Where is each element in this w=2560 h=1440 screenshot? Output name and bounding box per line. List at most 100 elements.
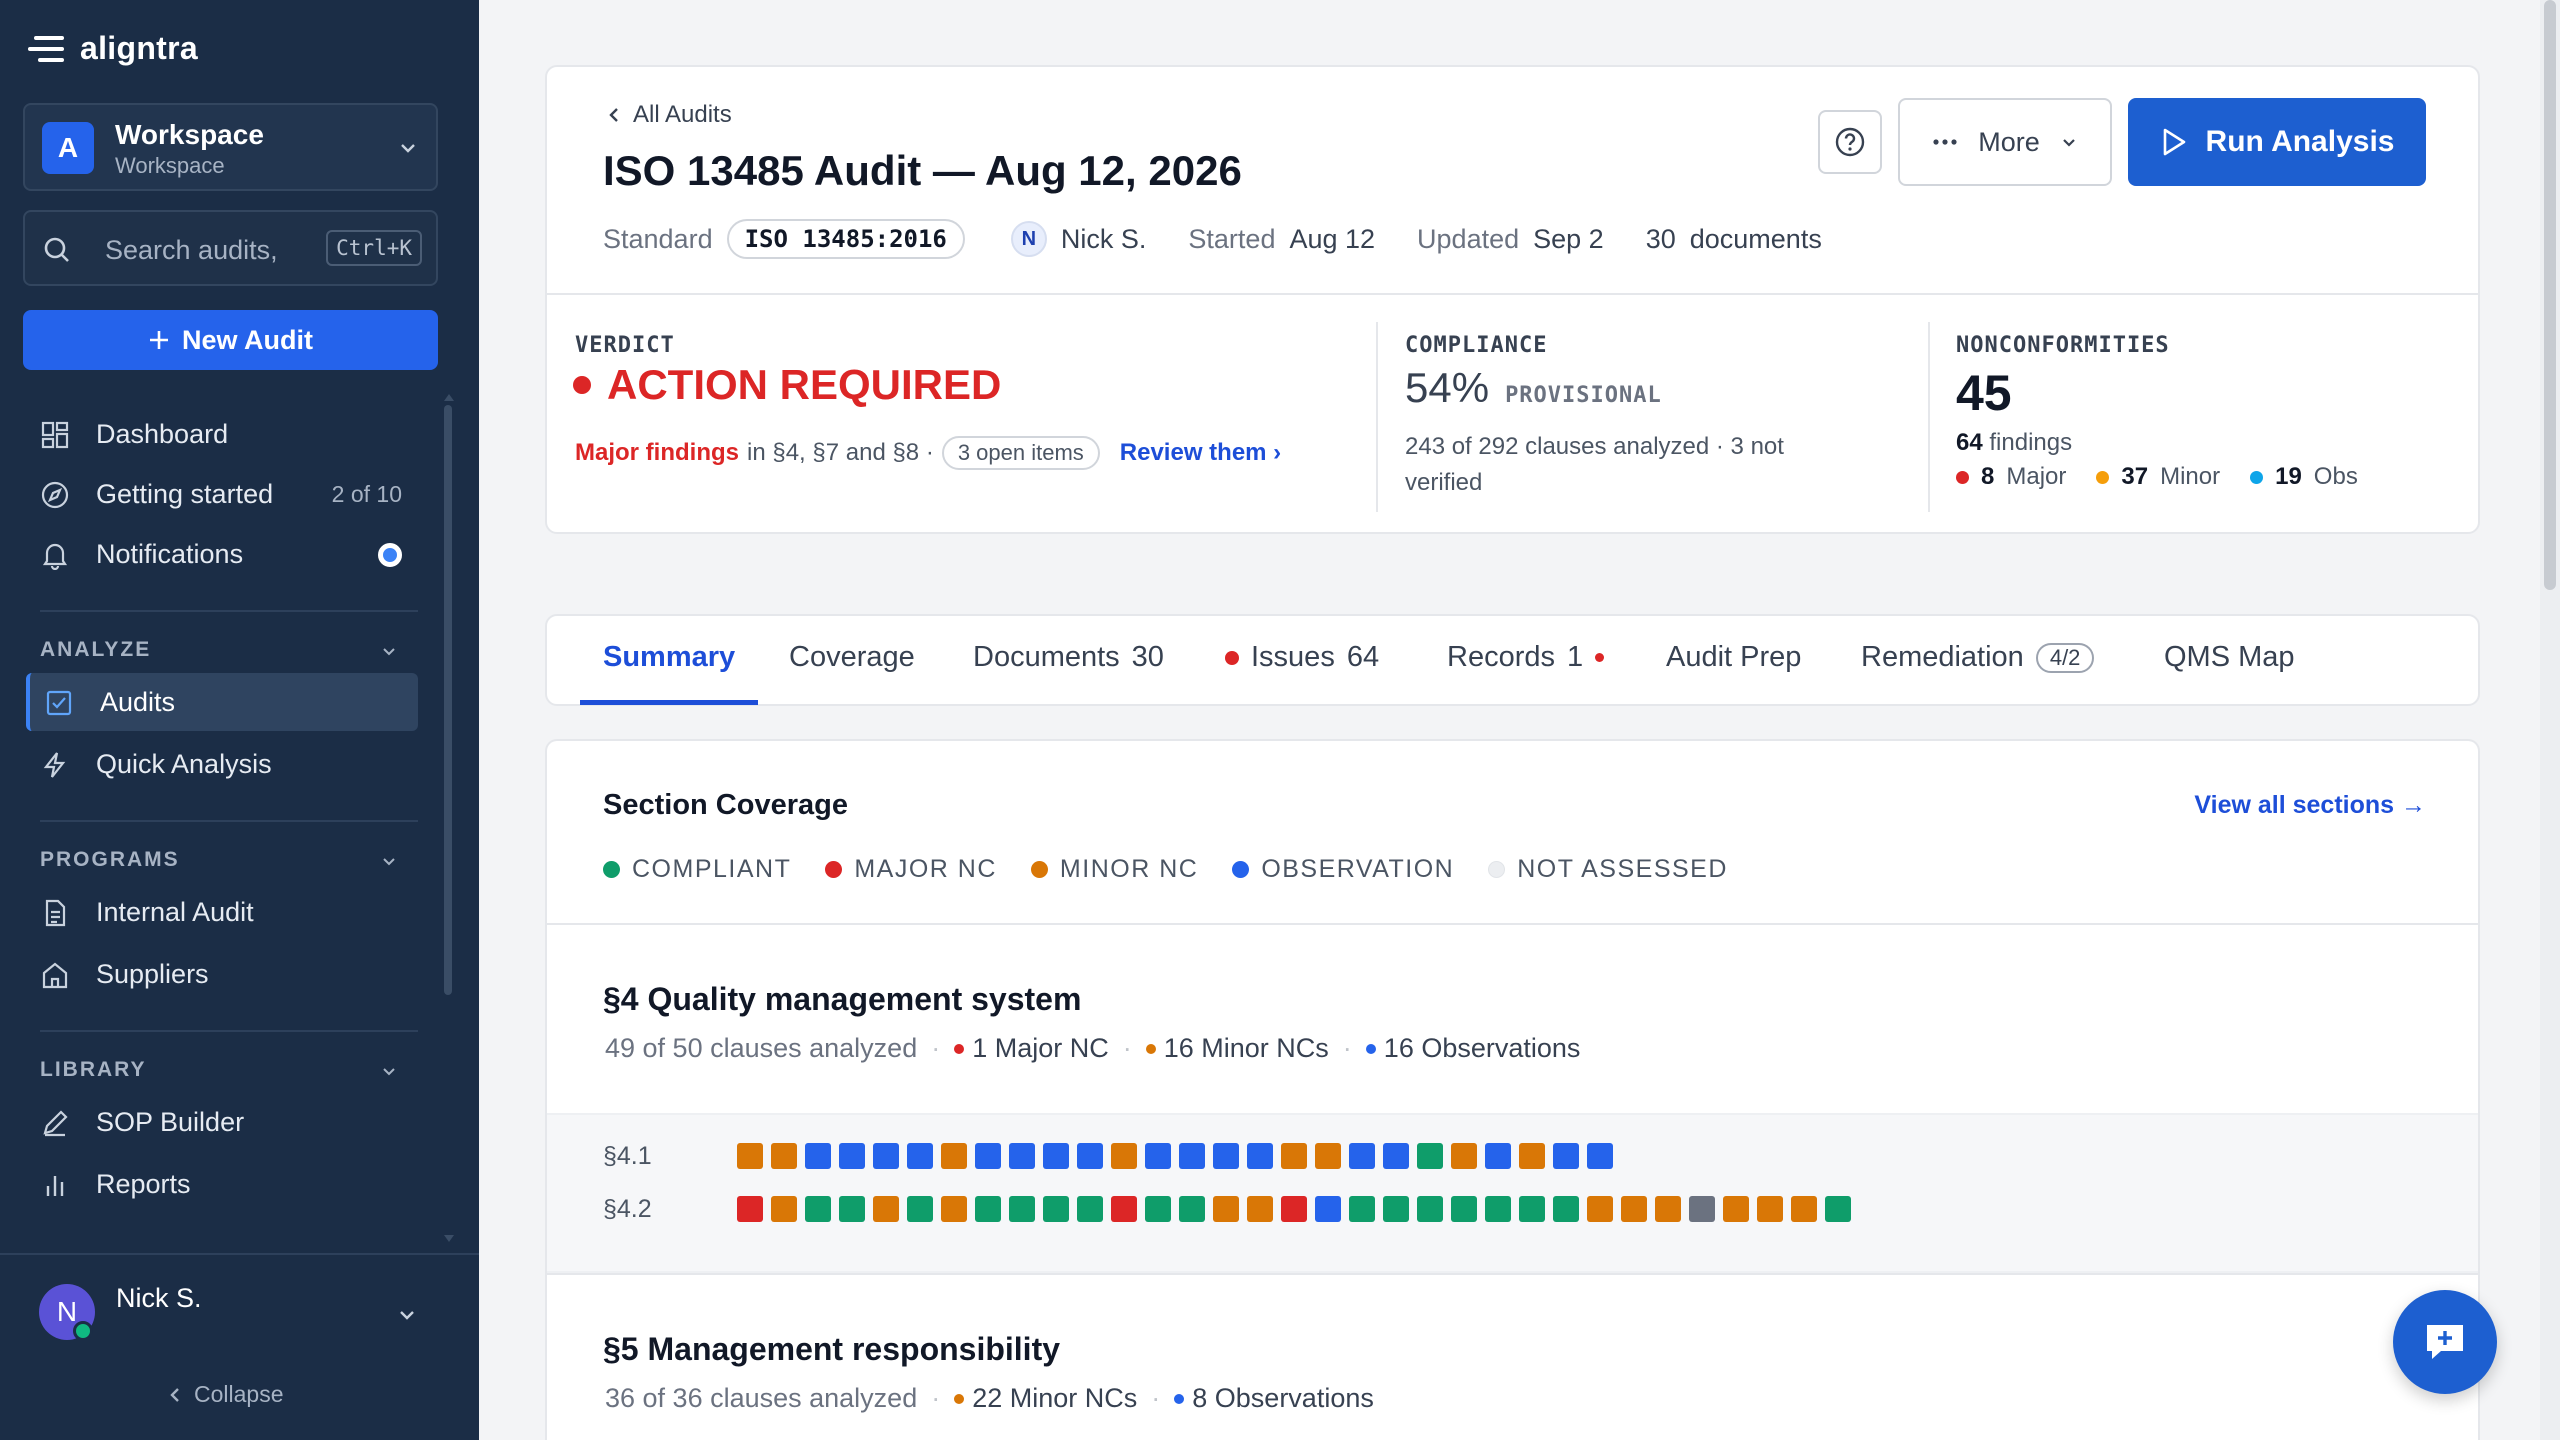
scroll-down-icon[interactable] [443, 1234, 455, 1244]
clause-compliant[interactable] [1043, 1196, 1069, 1222]
sidebar-item-dashboard[interactable]: Dashboard [26, 405, 418, 463]
tab-remediation[interactable]: Remediation 4/2 [1861, 641, 2095, 674]
clause-observation[interactable] [1077, 1143, 1103, 1169]
section-header-library[interactable]: LIBRARY [40, 1058, 147, 1082]
clause-minor-nc[interactable] [1621, 1196, 1647, 1222]
clause-minor-nc[interactable] [1111, 1143, 1137, 1169]
review-link[interactable]: Review them › [1120, 439, 1281, 467]
clause-compliant[interactable] [975, 1196, 1001, 1222]
tab-coverage[interactable]: Coverage [789, 641, 915, 674]
section-5-card[interactable]: §5 Management responsibility 36 of 36 cl… [547, 1273, 2478, 1440]
clause-compliant[interactable] [1383, 1196, 1409, 1222]
clause-compliant[interactable] [1825, 1196, 1851, 1222]
clause-compliant[interactable] [1077, 1196, 1103, 1222]
search-input[interactable]: Search audits, Ctrl+K [23, 210, 438, 286]
sidebar-item-notifications[interactable]: Notifications [26, 525, 418, 583]
clause-minor-nc[interactable] [771, 1196, 797, 1222]
clause-observation[interactable] [907, 1143, 933, 1169]
clause-minor-nc[interactable] [1281, 1143, 1307, 1169]
clause-minor-nc[interactable] [1791, 1196, 1817, 1222]
clause-major-nc[interactable] [1281, 1196, 1307, 1222]
clause-observation[interactable] [975, 1143, 1001, 1169]
clause-compliant[interactable] [1553, 1196, 1579, 1222]
sidebar-item-getting-started[interactable]: Getting started 2 of 10 [26, 465, 418, 523]
view-all-sections-link[interactable]: View all sections → [2194, 791, 2426, 820]
clause-minor-nc[interactable] [873, 1196, 899, 1222]
sidebar-item-audits[interactable]: Audits [26, 673, 418, 731]
clause-minor-nc[interactable] [1723, 1196, 1749, 1222]
clause-compliant[interactable] [1145, 1196, 1171, 1222]
help-button[interactable] [1818, 110, 1882, 174]
clause-observation[interactable] [1179, 1143, 1205, 1169]
clause-compliant[interactable] [907, 1196, 933, 1222]
clause-compliant[interactable] [1519, 1196, 1545, 1222]
tab-summary[interactable]: Summary [603, 641, 735, 674]
clause-minor-nc[interactable] [1213, 1196, 1239, 1222]
sidebar-item-internal-audit[interactable]: Internal Audit [26, 883, 418, 941]
clause-compliant[interactable] [1451, 1196, 1477, 1222]
clause-observation[interactable] [1213, 1143, 1239, 1169]
clause-major-nc[interactable] [1111, 1196, 1137, 1222]
more-button[interactable]: More [1898, 98, 2112, 186]
clause-observation[interactable] [805, 1143, 831, 1169]
clause-minor-nc[interactable] [1451, 1143, 1477, 1169]
clause-compliant[interactable] [1349, 1196, 1375, 1222]
clause-observation[interactable] [1315, 1196, 1341, 1222]
tab-records[interactable]: Records 1 [1447, 641, 1605, 674]
sidebar-item-sop-builder[interactable]: SOP Builder [26, 1093, 418, 1151]
tab-qms-map[interactable]: QMS Map [2164, 641, 2295, 674]
clause-observation[interactable] [1587, 1143, 1613, 1169]
new-audit-button[interactable]: New Audit [23, 310, 438, 370]
section-4-card[interactable]: §4 Quality management system 49 of 50 cl… [547, 923, 2478, 1273]
workspace-switcher[interactable]: A Workspace Workspace [23, 103, 438, 191]
sidebar-item-suppliers[interactable]: Suppliers [26, 945, 418, 1003]
tab-audit-prep[interactable]: Audit Prep [1666, 641, 1801, 674]
clause-major-nc[interactable] [737, 1196, 763, 1222]
clause-minor-nc[interactable] [1587, 1196, 1613, 1222]
clause-minor-nc[interactable] [1655, 1196, 1681, 1222]
clause-not-assessed[interactable] [1689, 1196, 1715, 1222]
clause-minor-nc[interactable] [941, 1143, 967, 1169]
clause-observation[interactable] [1145, 1143, 1171, 1169]
clause-observation[interactable] [1247, 1143, 1273, 1169]
chevron-down-icon[interactable] [380, 642, 398, 660]
clause-observation[interactable] [1485, 1143, 1511, 1169]
clause-compliant[interactable] [1485, 1196, 1511, 1222]
clause-observation[interactable] [1383, 1143, 1409, 1169]
clause-minor-nc[interactable] [771, 1143, 797, 1169]
clause-compliant[interactable] [1417, 1196, 1443, 1222]
chevron-down-icon[interactable] [397, 1305, 417, 1325]
app-logo[interactable]: aligntra [28, 30, 198, 67]
sidebar-scrollbar[interactable] [444, 405, 452, 995]
clause-observation[interactable] [1349, 1143, 1375, 1169]
feedback-chat-button[interactable] [2393, 1290, 2497, 1394]
clause-observation[interactable] [873, 1143, 899, 1169]
clause-observation[interactable] [1553, 1143, 1579, 1169]
collapse-button[interactable]: Collapse [168, 1381, 284, 1408]
run-analysis-button[interactable]: Run Analysis [2128, 98, 2426, 186]
sidebar-item-reports[interactable]: Reports [26, 1155, 418, 1213]
chevron-down-icon[interactable] [380, 1062, 398, 1080]
clause-minor-nc[interactable] [1519, 1143, 1545, 1169]
section-header-analyze[interactable]: ANALYZE [40, 638, 151, 662]
clause-observation[interactable] [1043, 1143, 1069, 1169]
clause-compliant[interactable] [839, 1196, 865, 1222]
open-items-badge[interactable]: 3 open items [941, 436, 1100, 470]
tab-issues[interactable]: Issues 64 [1225, 641, 1379, 674]
clause-compliant[interactable] [805, 1196, 831, 1222]
clause-minor-nc[interactable] [941, 1196, 967, 1222]
chevron-down-icon[interactable] [380, 852, 398, 870]
clause-minor-nc[interactable] [1247, 1196, 1273, 1222]
scroll-up-icon[interactable] [443, 392, 455, 402]
clause-minor-nc[interactable] [737, 1143, 763, 1169]
user-name[interactable]: Nick S. [116, 1283, 202, 1314]
tab-documents[interactable]: Documents 30 [973, 641, 1164, 674]
page-scrollbar-thumb[interactable] [2544, 0, 2556, 590]
sidebar-item-quick-analysis[interactable]: Quick Analysis [26, 735, 418, 793]
clause-observation[interactable] [1009, 1143, 1035, 1169]
clause-minor-nc[interactable] [1757, 1196, 1783, 1222]
section-header-programs[interactable]: PROGRAMS [40, 848, 180, 872]
clause-observation[interactable] [839, 1143, 865, 1169]
clause-compliant[interactable] [1417, 1143, 1443, 1169]
clause-compliant[interactable] [1009, 1196, 1035, 1222]
